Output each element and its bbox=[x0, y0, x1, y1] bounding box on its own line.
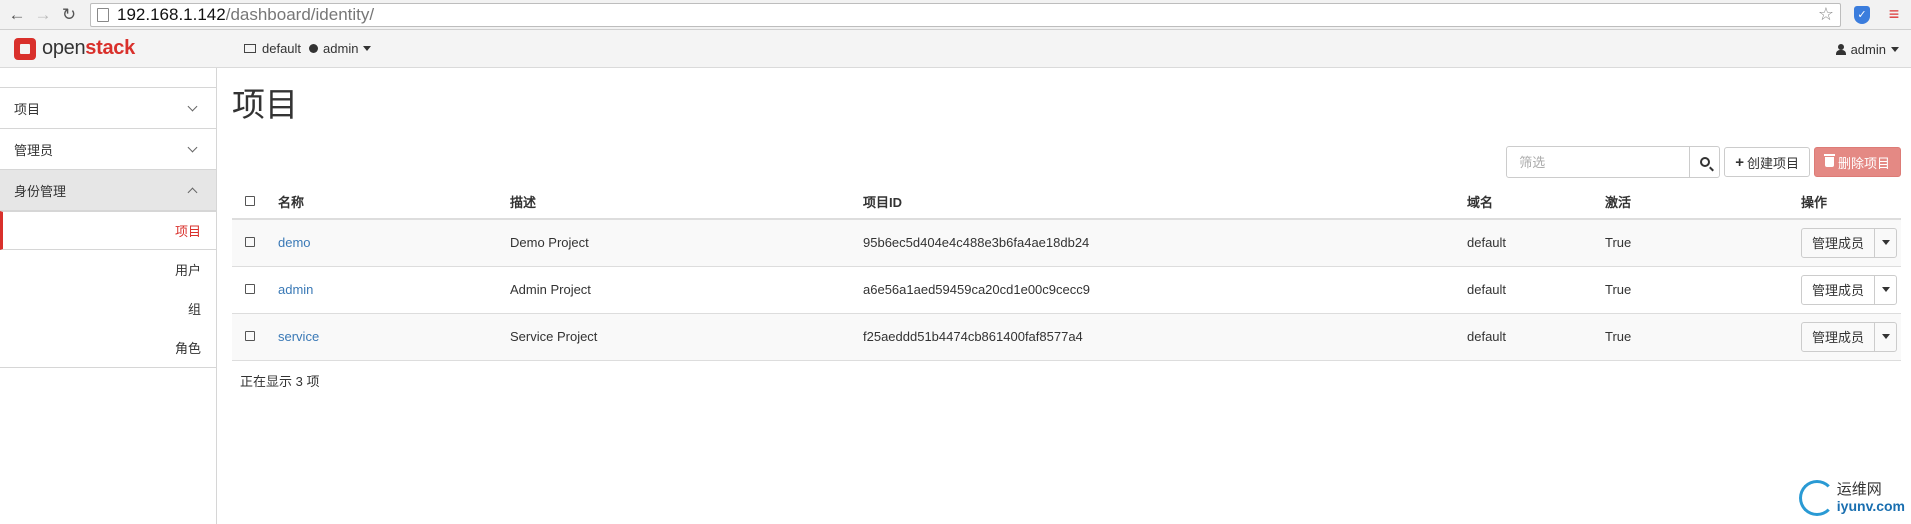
domain-icon bbox=[244, 44, 256, 53]
project-name-link[interactable]: demo bbox=[278, 235, 311, 250]
watermark-cn: 运维网 bbox=[1836, 481, 1882, 498]
manage-members-button[interactable]: 管理成员 bbox=[1802, 229, 1874, 257]
row-action-dropdown[interactable] bbox=[1874, 228, 1896, 257]
sidebar-item-projects[interactable]: 项目 bbox=[0, 211, 216, 250]
table-row: demo Demo Project 95b6ec5d404e4c488e3b6f… bbox=[232, 219, 1901, 267]
trash-icon bbox=[1823, 154, 1835, 167]
main-content: 项目 + 创建项目 删除项目 名称 描述 项目ID bbox=[217, 68, 1911, 524]
search-icon bbox=[1699, 157, 1710, 167]
bookmark-star-icon[interactable]: ☆ bbox=[1818, 4, 1834, 25]
address-bar[interactable]: 192.168.1.142 /dashboard/identity/ ☆ bbox=[90, 2, 1841, 27]
watermark-en: iyunv.com bbox=[1836, 498, 1905, 514]
brand-text: openstack bbox=[42, 37, 135, 59]
extension-shield-icon[interactable]: ✓ bbox=[1851, 4, 1873, 26]
column-header-description[interactable]: 描述 bbox=[510, 184, 863, 220]
column-header-name[interactable]: 名称 bbox=[278, 184, 510, 220]
row-checkbox[interactable] bbox=[245, 331, 255, 341]
chevron-down-icon bbox=[363, 46, 372, 51]
column-header-domain[interactable]: 域名 bbox=[1467, 184, 1605, 220]
project-description: Service Project bbox=[510, 313, 863, 361]
table-header-row: 名称 描述 项目ID 域名 激活 操作 bbox=[232, 184, 1901, 220]
project-id: a6e56a1aed59459ca20cd1e00c9cecc9 bbox=[863, 266, 1467, 314]
filter-box bbox=[1506, 146, 1721, 178]
column-header-actions: 操作 bbox=[1801, 184, 1901, 220]
user-menu[interactable]: admin bbox=[1835, 30, 1899, 68]
project-id: 95b6ec5d404e4c488e3b6fa4ae18db24 bbox=[863, 219, 1467, 267]
project-enabled: True bbox=[1605, 266, 1801, 314]
project-name-link[interactable]: service bbox=[278, 329, 319, 344]
url-host: 192.168.1.142 bbox=[117, 4, 226, 24]
project-description: Admin Project bbox=[510, 266, 863, 314]
projects-table: 名称 描述 项目ID 域名 激活 操作 demo Demo Project 95… bbox=[232, 184, 1901, 361]
row-action-group: 管理成员 bbox=[1801, 274, 1898, 305]
back-icon[interactable]: ← bbox=[6, 4, 28, 26]
select-all-checkbox[interactable] bbox=[245, 195, 255, 206]
sidebar-group-label: 管理员 bbox=[14, 142, 54, 158]
project-dot-icon bbox=[309, 44, 319, 53]
project-enabled: True bbox=[1605, 219, 1801, 267]
chevron-up-icon bbox=[187, 187, 198, 197]
user-name: admin bbox=[1850, 41, 1886, 57]
openstack-logo-icon bbox=[14, 37, 36, 60]
forward-icon[interactable]: → bbox=[32, 4, 54, 26]
top-navbar: openstack default admin admin bbox=[0, 30, 1911, 68]
project-enabled: True bbox=[1605, 313, 1801, 361]
column-header-enabled[interactable]: 激活 bbox=[1605, 184, 1801, 220]
chevron-down-icon bbox=[1881, 334, 1890, 339]
watermark-logo-icon bbox=[1798, 480, 1835, 516]
chevron-down-icon bbox=[187, 142, 198, 152]
filter-input[interactable] bbox=[1519, 154, 1680, 170]
user-icon bbox=[1835, 43, 1846, 55]
project-domain: default bbox=[1467, 219, 1605, 267]
row-action-dropdown[interactable] bbox=[1874, 275, 1896, 304]
sidebar-group-identity[interactable]: 身份管理 bbox=[0, 170, 216, 210]
sidebar-group-admin[interactable]: 管理员 bbox=[0, 129, 216, 169]
project-id: f25aeddd51b4474cb861400faf8577a4 bbox=[863, 313, 1467, 361]
context-domain: default bbox=[262, 41, 302, 56]
project-domain: default bbox=[1467, 266, 1605, 314]
plus-icon: + bbox=[1735, 153, 1744, 171]
row-action-group: 管理成员 bbox=[1801, 227, 1898, 258]
row-checkbox[interactable] bbox=[245, 237, 255, 248]
watermark: 运维网 iyunv.com bbox=[1798, 480, 1905, 516]
chevron-down-icon bbox=[187, 101, 198, 111]
identity-submenu: 项目 用户 组 角色 bbox=[0, 210, 216, 368]
chevron-down-icon bbox=[1881, 240, 1890, 246]
chevron-down-icon bbox=[1891, 46, 1899, 52]
row-action-group: 管理成员 bbox=[1801, 321, 1898, 352]
item-count: 正在显示 3 项 bbox=[240, 373, 320, 389]
sidebar-group-project[interactable]: 项目 bbox=[0, 88, 216, 128]
project-description: Demo Project bbox=[510, 219, 863, 267]
project-domain: default bbox=[1467, 313, 1605, 361]
search-button[interactable] bbox=[1689, 147, 1719, 177]
reload-icon[interactable]: ↻ bbox=[58, 4, 80, 26]
manage-members-button[interactable]: 管理成员 bbox=[1802, 276, 1874, 304]
context-project: admin bbox=[323, 41, 359, 56]
delete-projects-button[interactable]: 删除项目 bbox=[1813, 147, 1901, 177]
sidebar-item-roles[interactable]: 角色 bbox=[0, 328, 216, 367]
manage-members-button[interactable]: 管理成员 bbox=[1802, 323, 1874, 351]
browser-menu-icon[interactable]: ≡ bbox=[1883, 4, 1905, 26]
openstack-logo[interactable]: openstack bbox=[0, 37, 244, 60]
table-row: service Service Project f25aeddd51b4474c… bbox=[232, 313, 1901, 361]
sidebar-item-groups[interactable]: 组 bbox=[0, 289, 216, 328]
sidebar: 项目 管理员 身份管理 项目 用户 组 角色 bbox=[0, 68, 217, 524]
row-checkbox[interactable] bbox=[245, 284, 255, 294]
table-row: admin Admin Project a6e56a1aed59459ca20c… bbox=[232, 266, 1901, 314]
sidebar-group-label: 身份管理 bbox=[14, 183, 67, 199]
sidebar-item-users[interactable]: 用户 bbox=[0, 250, 216, 289]
table-actions: + 创建项目 删除项目 bbox=[232, 146, 1901, 178]
sidebar-group-label: 项目 bbox=[14, 101, 41, 117]
browser-toolbar: ← → ↻ 192.168.1.142 /dashboard/identity/… bbox=[0, 0, 1911, 30]
url-path: /dashboard/identity/ bbox=[225, 4, 375, 24]
row-action-dropdown[interactable] bbox=[1874, 322, 1896, 351]
page-icon bbox=[97, 7, 109, 22]
column-header-project-id[interactable]: 项目ID bbox=[863, 184, 1467, 220]
project-name-link[interactable]: admin bbox=[278, 282, 313, 297]
page-title: 项目 bbox=[232, 86, 298, 123]
create-project-button[interactable]: + 创建项目 bbox=[1724, 147, 1810, 177]
chevron-down-icon bbox=[1881, 287, 1890, 292]
project-context-switcher[interactable]: default admin bbox=[244, 41, 372, 56]
